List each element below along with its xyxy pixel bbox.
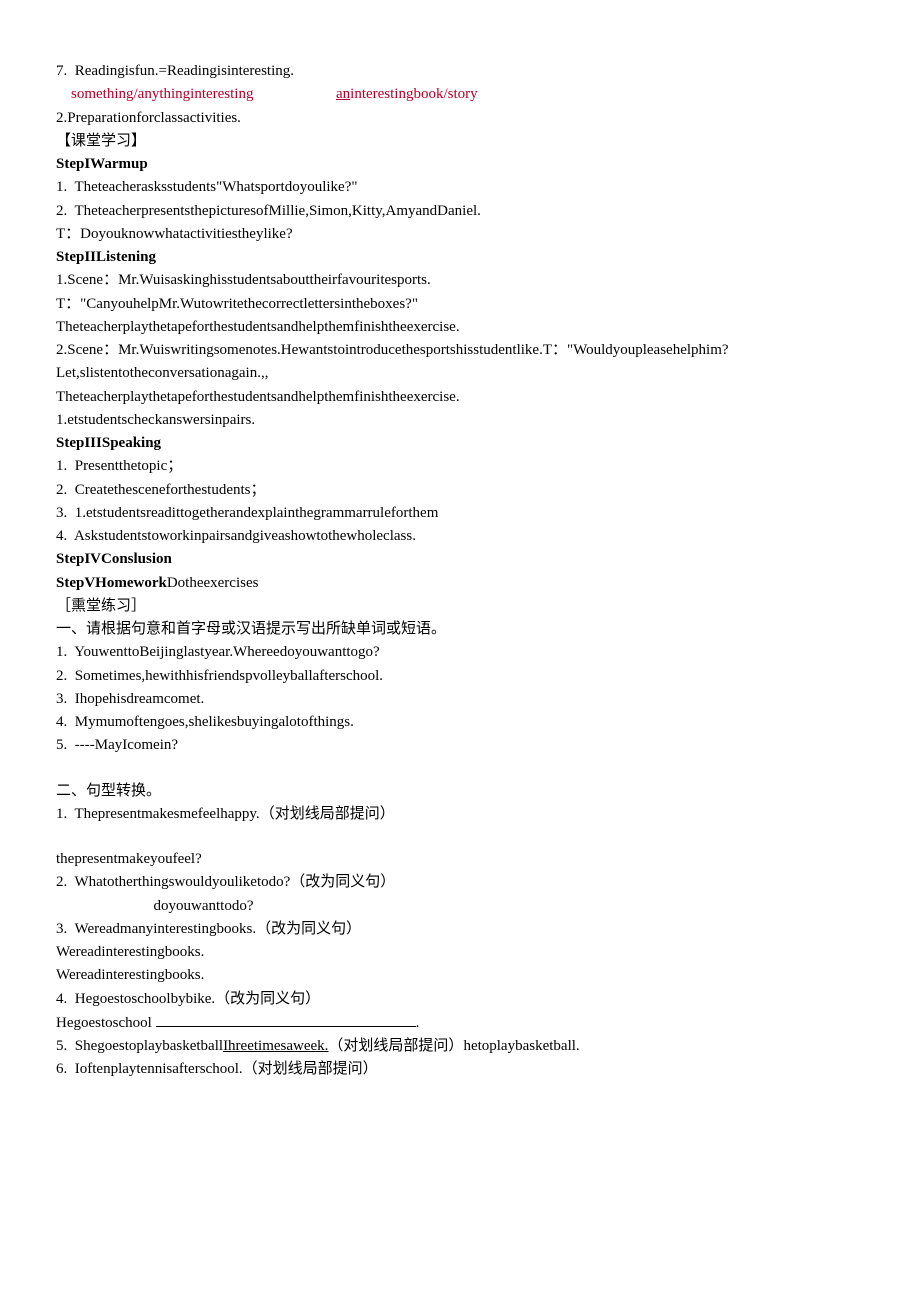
sec2-q5-u: Ihreetimesaweek. — [223, 1038, 328, 1054]
sec2-q1: 1. Thepresentmakesmefeelhappy.（对划线局部提问） — [56, 803, 864, 826]
sec1-q1-text: YouwenttoBeijinglastyear.Whereedoyouwant… — [74, 644, 380, 660]
step2-line4: 2.Scene：Mr.Wuiswritingsomenotes.Hewantst… — [56, 339, 864, 386]
sec1-q2-num: 2. — [56, 668, 67, 684]
sec2-q3-num: 3. — [56, 921, 67, 937]
sec2-q4-b: （改为同义句） — [215, 991, 320, 1007]
step3-l2-num: 2. — [56, 482, 67, 498]
sec2-q4: 4. Hegoestoschoolbybike.（改为同义句） — [56, 988, 864, 1011]
sec2-q2: 2. Whatotherthingswouldyouliketodo?（改为同义… — [56, 871, 864, 894]
sec2-q6: 6. Ioftenplaytennisafterschool.（对划线局部提问） — [56, 1058, 864, 1081]
item-7-red2a: an — [336, 86, 350, 102]
step1-l2-text: TheteacherpresentsthepicturesofMillie,Si… — [74, 203, 480, 219]
step3-l2-text: Createthesceneforthestudents； — [75, 482, 266, 498]
sec1-q1: 1. YouwenttoBeijinglastyear.Whereedoyouw… — [56, 641, 864, 664]
sec1-q4-text: Mymumoftengoes,shelikesbuyingalotofthing… — [75, 714, 354, 730]
step4-title: StepIVConslusion — [56, 548, 864, 571]
sec1-q3-text: Ihopehisdreamcomet. — [75, 691, 205, 707]
step1-line2: 2. TheteacherpresentsthepicturesofMillie… — [56, 200, 864, 223]
sec1-q4-num: 4. — [56, 714, 67, 730]
section2-title: 二、句型转换。 — [56, 780, 864, 803]
sec2-q5-a: Shegoestoplaybasketball — [75, 1038, 223, 1054]
item-7-redline: something/anythinginteresting aninterest… — [56, 83, 864, 106]
section1-title: 一、请根据句意和首字母或汉语提示写出所缺单词或短语。 — [56, 618, 864, 641]
sec2-q1-c: thepresentmakeyoufeel? — [56, 848, 864, 871]
sec1-q5-num: 5. — [56, 737, 67, 753]
sec2-q4-a: Hegoestoschoolbybike. — [75, 991, 215, 1007]
step3-line4: 4. Askstudentstoworkinpairsandgiveashowt… — [56, 525, 864, 548]
step1-line1: 1. Theteacherasksstudents"Whatsportdoyou… — [56, 176, 864, 199]
step2-title: StepIIListening — [56, 246, 864, 269]
sec2-q3: 3. Wereadmanyinterestingbooks.（改为同义句） — [56, 918, 864, 941]
sec1-q2-text: Sometimes,hewithhisfriendspvolleyballaft… — [75, 668, 383, 684]
suitang-heading: ［熏堂练习］ — [56, 595, 864, 618]
step3-line2: 2. Createthesceneforthestudents； — [56, 479, 864, 502]
step3-l4-num: 4. — [56, 528, 67, 544]
item-7-text: Readingisfun.=Readingisinteresting. — [75, 63, 294, 79]
sec2-q3-b: （改为同义句） — [256, 921, 361, 937]
blank-line — [56, 758, 864, 780]
sec2-q1-num: 1. — [56, 806, 67, 822]
sec2-q5: 5. ShegoestoplaybasketballIhreetimesawee… — [56, 1035, 864, 1058]
step3-l3-num: 3. — [56, 505, 67, 521]
step3-l3-text: 1.etstudentsreadittogetherandexplaintheg… — [75, 505, 439, 521]
sec2-q1-a: Thepresentmakesmefeelhappy. — [74, 806, 259, 822]
step2-line2: T："CanyouhelpMr.Wutowritethecorrectlette… — [56, 293, 864, 316]
sec2-q6-num: 6. — [56, 1061, 67, 1077]
sec1-q3: 3. Ihopehisdreamcomet. — [56, 688, 864, 711]
sec1-q2: 2. Sometimes,hewithhisfriendspvolleyball… — [56, 665, 864, 688]
sec2-q4-num: 4. — [56, 991, 67, 1007]
sec2-q4-c: Hegoestoschool . — [56, 1011, 864, 1035]
blank-fill — [156, 1011, 416, 1027]
step5-title: StepVHomework — [56, 575, 167, 591]
sec2-q6-a: Ioftenplaytennisafterschool. — [75, 1061, 243, 1077]
ketang-heading: 【课堂学习】 — [56, 130, 864, 153]
step2-line3: Theteacherplaythetapeforthestudentsandhe… — [56, 316, 864, 339]
step3-l1-text: Presentthetopic； — [75, 458, 182, 474]
step3-line3: 3. 1.etstudentsreadittogetherandexplaint… — [56, 502, 864, 525]
step2-line5: Theteacherplaythetapeforthestudentsandhe… — [56, 386, 864, 409]
sec1-q4: 4. Mymumoftengoes,shelikesbuyingalotofth… — [56, 711, 864, 734]
sec2-q1-b: （对划线局部提问） — [260, 806, 395, 822]
step5-line: StepVHomeworkDotheexercises — [56, 572, 864, 595]
sec2-q3-a: Wereadmanyinterestingbooks. — [74, 921, 256, 937]
item-7-num: 7. — [56, 63, 67, 79]
sec2-q5-num: 5. — [56, 1038, 67, 1054]
step1-title: StepIWarmup — [56, 153, 864, 176]
sec1-q3-num: 3. — [56, 691, 67, 707]
sec1-q5: 5. ----MayIcomein? — [56, 734, 864, 757]
step3-l1-num: 1. — [56, 458, 67, 474]
step2-line6: 1.etstudentscheckanswersinpairs. — [56, 409, 864, 432]
sec1-q5-text: ----MayIcomein? — [75, 737, 178, 753]
sec1-q1-num: 1. — [56, 644, 67, 660]
step5-tail: Dotheexercises — [167, 575, 259, 591]
step3-line1: 1. Presentthetopic； — [56, 455, 864, 478]
step3-title: StepIIISpeaking — [56, 432, 864, 455]
preparation-line: 2.Preparationforclassactivities. — [56, 107, 864, 130]
sec2-q2-b: （改为同义句） — [290, 874, 395, 890]
sec2-q4-c-text: Hegoestoschool — [56, 1015, 152, 1031]
sec2-q6-b: （对划线局部提问） — [243, 1061, 378, 1077]
sec2-q2-c-text: doyouwanttodo? — [154, 898, 254, 914]
sec2-q2-num: 2. — [56, 874, 67, 890]
item-7: 7. Readingisfun.=Readingisinteresting. — [56, 60, 864, 83]
sec2-q2-c: doyouwanttodo? — [56, 895, 864, 918]
sec2-q5-c: hetoplaybasketball. — [463, 1038, 579, 1054]
sec2-q5-b: （对划线局部提问） — [328, 1038, 463, 1054]
sec2-q3-d: Wereadinterestingbooks. — [56, 964, 864, 987]
step1-l1-num: 1. — [56, 179, 67, 195]
item-7-red1: something/anythinginteresting — [71, 86, 253, 102]
step1-l1-text: Theteacherasksstudents"Whatsportdoyoulik… — [74, 179, 357, 195]
step3-l4-text: Askstudentstoworkinpairsandgiveashowtoth… — [74, 528, 416, 544]
sec2-q3-c: Wereadinterestingbooks. — [56, 941, 864, 964]
step1-l2-num: 2. — [56, 203, 67, 219]
sec2-q2-a: Whatotherthingswouldyouliketodo? — [74, 874, 290, 890]
blank-line-2 — [56, 826, 864, 848]
item-7-red2b: interestingbook/story — [350, 86, 478, 102]
sec2-q4-d: . — [416, 1015, 420, 1031]
step2-line1: 1.Scene：Mr.Wuisaskinghisstudentsaboutthe… — [56, 269, 864, 292]
step1-line3: T：Doyouknowwhatactivitiestheylike? — [56, 223, 864, 246]
